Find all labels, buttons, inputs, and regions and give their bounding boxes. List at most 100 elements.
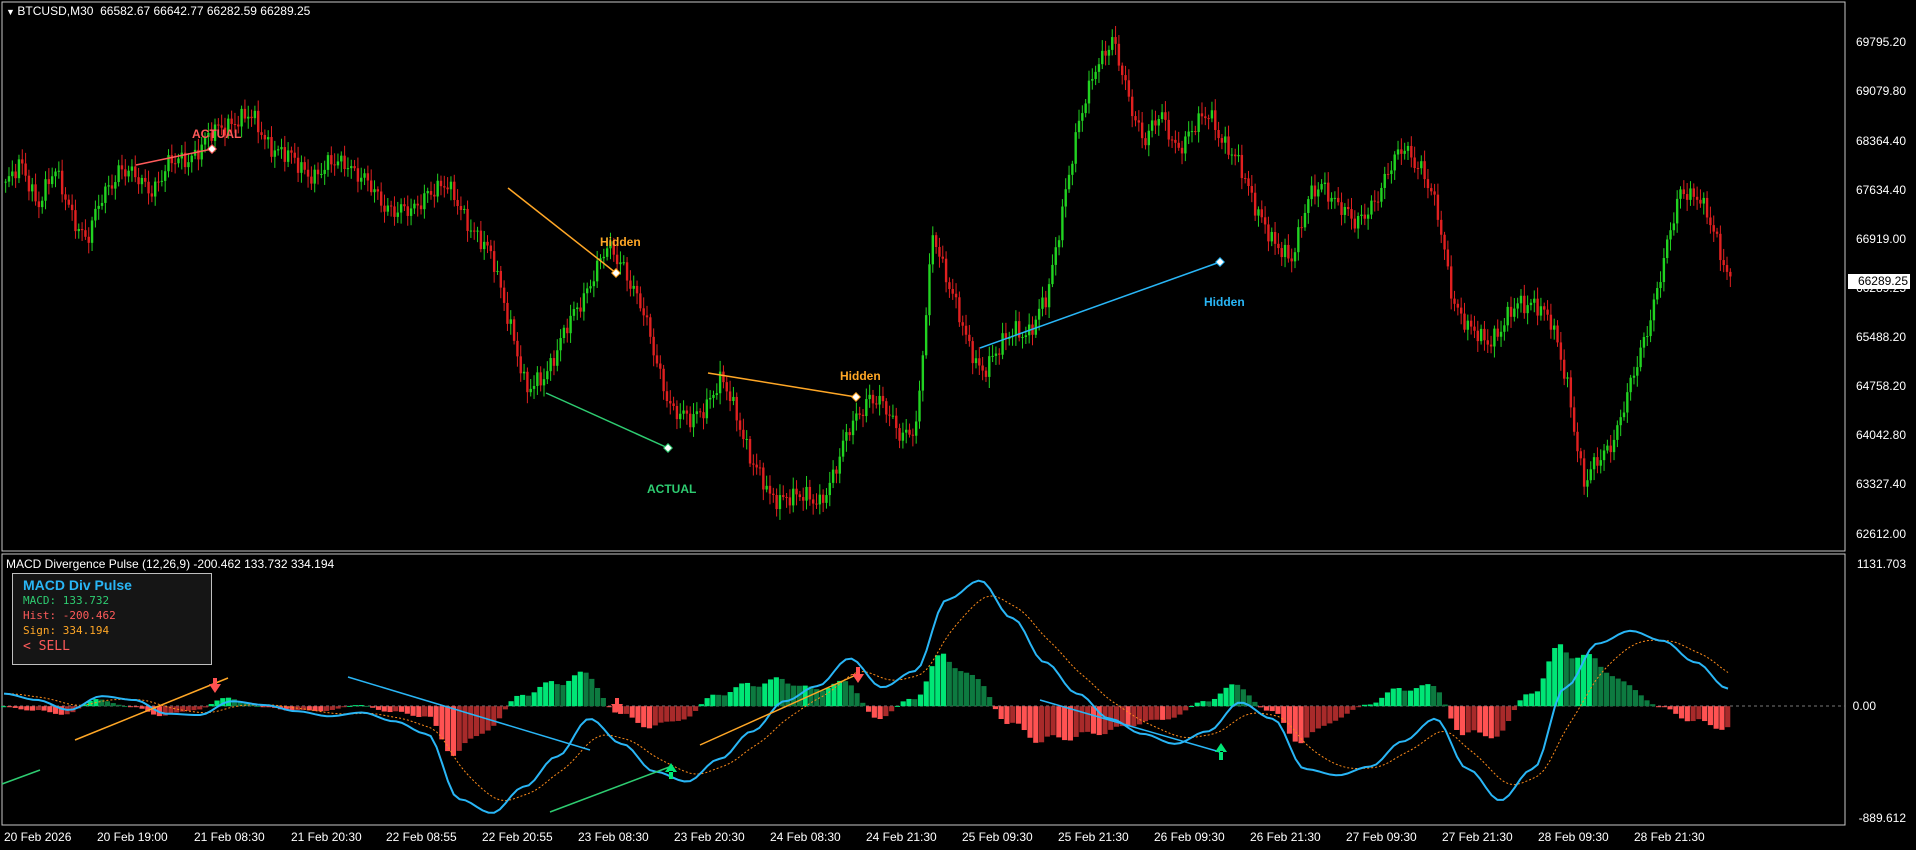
main-chart-pane[interactable] <box>1 1 1846 552</box>
candle-body <box>868 394 871 400</box>
histogram-bar <box>416 706 422 717</box>
candle-body <box>469 230 473 232</box>
candle-body <box>516 340 519 357</box>
histogram-bar <box>1655 706 1662 708</box>
candle-body <box>323 169 326 174</box>
histogram-bar <box>1142 706 1148 722</box>
candle-body <box>1506 306 1509 326</box>
candle-body <box>489 245 493 252</box>
candle-body <box>67 199 70 205</box>
candle-body <box>1509 306 1513 317</box>
candle-body <box>353 166 356 169</box>
histogram-bar <box>370 706 376 708</box>
candle-body <box>1260 209 1263 218</box>
histogram-bar <box>450 706 457 756</box>
candle-body <box>572 309 576 316</box>
candle-body <box>383 205 386 212</box>
candle-body <box>762 467 765 490</box>
candle-body <box>815 503 818 505</box>
candle-body <box>1410 145 1413 158</box>
candle-body <box>1483 328 1486 341</box>
candle-body <box>479 230 483 250</box>
histogram-bar <box>468 706 474 739</box>
histogram-bar <box>623 706 629 714</box>
histogram-bar <box>1333 706 1339 721</box>
candle-body <box>1273 231 1277 244</box>
histogram-bar <box>652 706 658 726</box>
div-marker <box>663 443 673 453</box>
candle-body <box>738 420 742 430</box>
candle-body <box>632 285 635 289</box>
price-axis-label: 64758.20 <box>1855 379 1906 393</box>
histogram-bar <box>773 677 779 707</box>
candle-body <box>1572 407 1576 432</box>
histogram-bar <box>341 706 347 708</box>
candle-body <box>1536 298 1539 316</box>
candle-body <box>1340 202 1343 215</box>
candle-body <box>303 162 306 170</box>
candle-body <box>1074 132 1077 164</box>
histogram-bar <box>1529 693 1535 707</box>
candle-body <box>1287 244 1290 259</box>
candle-body <box>752 463 755 465</box>
histogram-bar <box>502 706 508 710</box>
candle-body <box>642 308 645 316</box>
candle-body <box>865 399 868 417</box>
histogram-bar <box>606 706 612 708</box>
candle-body <box>130 166 134 171</box>
histogram-bar <box>1327 706 1333 724</box>
candle-body <box>27 175 31 192</box>
candle-body <box>1293 252 1297 262</box>
chart-canvas[interactable] <box>0 0 1916 850</box>
histogram-bar <box>398 706 405 712</box>
candle-body <box>1101 50 1104 65</box>
candle-body <box>838 456 841 474</box>
candle-body <box>506 302 509 324</box>
histogram-bar <box>1413 688 1419 707</box>
histogram-bar <box>687 706 693 717</box>
candle-body <box>423 193 426 210</box>
histogram-bar <box>439 706 445 740</box>
price-axis-label: 66919.00 <box>1855 232 1906 246</box>
candle-body <box>579 307 582 312</box>
histogram-bar <box>1725 706 1731 728</box>
histogram-bar <box>1183 706 1189 711</box>
candle-body <box>1469 320 1473 327</box>
candle-body <box>811 499 815 504</box>
candle-body <box>1489 344 1493 347</box>
histogram-bar <box>1494 706 1500 737</box>
candle-body <box>1117 43 1121 66</box>
candle-body <box>931 235 934 265</box>
candle-body <box>1227 136 1230 155</box>
candle-body <box>350 166 353 169</box>
price-axis-label: 67634.40 <box>1855 183 1906 197</box>
candle-body <box>1426 179 1430 189</box>
candle-body <box>1204 116 1207 119</box>
candle-body <box>1210 110 1214 119</box>
histogram-bar <box>589 678 595 707</box>
candle-body <box>1343 206 1347 215</box>
dropdown-triangle-icon[interactable]: ▼ <box>6 7 17 17</box>
candle-body <box>805 486 808 501</box>
candle-body <box>885 401 888 415</box>
div-marker <box>851 392 861 402</box>
candle-body <box>898 428 901 441</box>
candle-body <box>728 391 732 402</box>
candle-body <box>280 147 283 150</box>
histogram-bar <box>1379 697 1385 707</box>
histogram-bar <box>329 706 335 710</box>
indicator-header: MACD Divergence Pulse (12,26,9) -200.462… <box>6 557 335 571</box>
histogram-bar <box>1586 654 1592 707</box>
histogram-bar <box>1125 706 1131 727</box>
buy-arrow-icon <box>1215 743 1227 760</box>
histogram-bar <box>1534 691 1541 707</box>
histogram-bar <box>739 683 745 707</box>
candle-body <box>566 327 569 334</box>
sell-arrow-icon <box>209 678 221 693</box>
info-panel-title: MACD Div Pulse <box>23 577 132 593</box>
candle-body <box>1263 217 1267 225</box>
histogram-bar <box>1136 706 1143 725</box>
histogram-bar <box>958 671 964 707</box>
candle-body <box>875 403 878 405</box>
candle-body <box>1111 37 1114 50</box>
